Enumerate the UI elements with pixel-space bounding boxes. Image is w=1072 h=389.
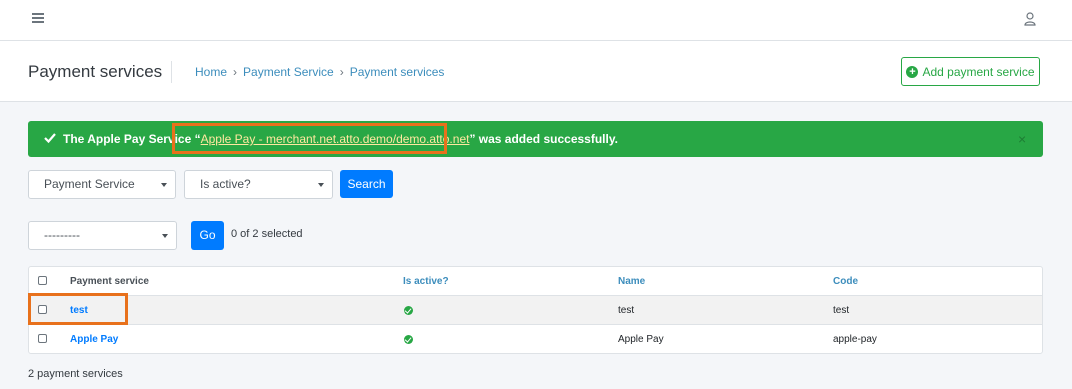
code-cell: apple-pay [833,334,877,345]
check-icon [44,133,56,144]
name-cell: test [618,305,635,316]
content-header: Payment services Home › Payment Service › Pa… [0,41,1072,102]
add-button-label: Add payment service [922,64,1035,79]
column-header-name[interactable]: Name [618,267,645,296]
code-cell: test [833,305,850,316]
breadcrumb-separator: › [339,65,344,79]
is-active-filter-value: Is active? [200,177,251,191]
add-payment-service-button[interactable]: + Add payment service [901,57,1040,86]
page-title: Payment services [28,62,163,81]
column-header-code[interactable]: Code [833,267,858,296]
breadcrumb-separator: › [233,65,238,79]
alert-suffix: ” was added successfully. [469,132,618,146]
highlight-box-test-row [28,293,128,325]
is-active-filter[interactable]: Is active? [184,170,333,199]
close-icon[interactable]: × [1018,131,1026,147]
chevron-down-icon [162,234,168,238]
table-row: test test test [29,296,1042,325]
action-select-value: --------- [44,228,80,242]
result-count: 2 payment services [28,368,123,380]
select-all-checkbox[interactable] [38,276,47,285]
chevron-down-icon [318,183,324,187]
check-circle-icon [404,306,413,315]
breadcrumb-payment-services[interactable]: Payment services [350,65,445,79]
go-button[interactable]: Go [191,221,224,250]
table-row: Apple Pay Apple Pay apple-pay [29,325,1042,354]
column-header-payment-service: Payment service [70,276,149,287]
column-header-is-active[interactable]: Is active? [403,267,449,296]
name-cell: Apple Pay [618,334,664,345]
highlight-box-alert-link [172,123,447,154]
table-header-row: Payment service Is active? Name Code [29,267,1042,296]
selected-count: 0 of 2 selected [231,228,303,240]
payment-service-filter[interactable]: Payment Service [28,170,176,199]
action-select[interactable]: --------- [28,221,177,250]
title-divider [171,61,172,83]
row-checkbox[interactable] [38,334,47,343]
hamburger-icon[interactable] [32,13,44,23]
plus-circle-icon: + [906,65,919,78]
payment-service-link[interactable]: Apple Pay [70,325,118,354]
check-circle-icon [404,335,413,344]
payment-services-table: Payment service Is active? Name Code tes… [28,266,1043,354]
payment-service-filter-value: Payment Service [44,177,135,191]
search-button[interactable]: Search [340,170,393,198]
breadcrumb-home[interactable]: Home [195,65,227,79]
user-icon[interactable] [1024,12,1036,26]
top-navbar [0,0,1072,41]
chevron-down-icon [161,183,167,187]
breadcrumb-payment-service[interactable]: Payment Service [243,65,334,79]
breadcrumb: Home › Payment Service › Payment services [195,64,444,80]
